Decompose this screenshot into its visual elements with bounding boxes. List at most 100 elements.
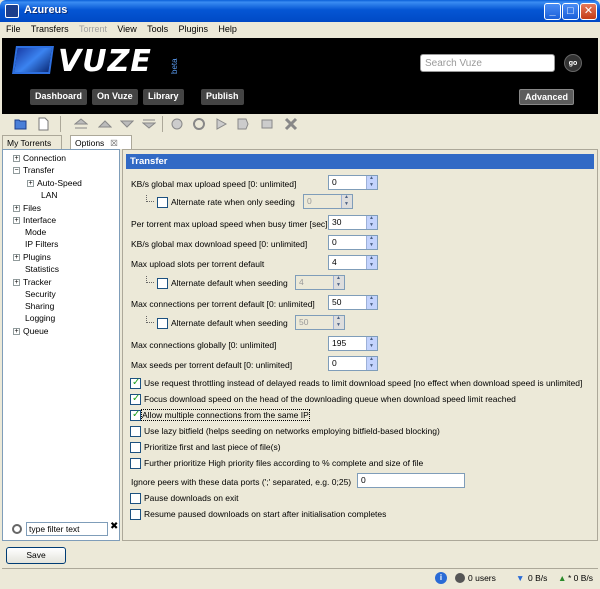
tree-item-ip-filters[interactable]: IP Filters	[25, 239, 58, 249]
prioritize-pieces-checkbox[interactable]	[130, 442, 141, 453]
stop-icon[interactable]	[236, 117, 250, 131]
prioritize-pieces-label: Prioritize first and last piece of file(…	[144, 442, 281, 452]
tab-my-torrents-label: My Torrents	[7, 138, 52, 148]
play-icon[interactable]	[214, 117, 228, 131]
move-bottom-icon[interactable]	[142, 117, 156, 131]
ignore-ports-input[interactable]: 0	[357, 473, 465, 488]
filter-input[interactable]	[26, 522, 108, 536]
resume-paused-checkbox[interactable]	[130, 509, 141, 520]
ignore-ports-label: Ignore peers with these data ports (';' …	[131, 477, 352, 487]
tree-item-transfer[interactable]: − Transfer	[13, 165, 54, 175]
minimize-button[interactable]: _	[544, 3, 561, 20]
tree-item-security[interactable]: Security	[25, 289, 56, 299]
save-button[interactable]: Save	[6, 547, 66, 564]
alt-rate-seeding-checkbox[interactable]	[157, 197, 168, 208]
tree-item-statistics[interactable]: Statistics	[25, 264, 59, 274]
tree-item-plugins[interactable]: + Plugins	[13, 252, 51, 262]
vuze-header: VUZE beta Search Vuze go Dashboard On Vu…	[2, 38, 598, 114]
alt-slots-seeding-label: Alternate default when seeding	[171, 278, 288, 288]
menu-file[interactable]: File	[2, 22, 25, 36]
request-throttling-checkbox[interactable]	[130, 377, 141, 389]
per-torrent-busy-spinner[interactable]: 30	[328, 215, 378, 230]
tree-item-files[interactable]: + Files	[13, 203, 41, 213]
move-down-icon[interactable]	[120, 117, 134, 131]
maximize-button[interactable]: □	[562, 3, 579, 20]
start-icon[interactable]	[192, 117, 206, 131]
focus-download-label: Focus download speed on the head of the …	[144, 394, 516, 404]
upload-slots-label: Max upload slots per torrent default	[131, 259, 265, 269]
open-folder-icon[interactable]	[14, 117, 28, 131]
download-speed-label: KB/s global max download speed [0: unlim…	[131, 239, 308, 249]
tree-filter: ✖	[2, 519, 120, 541]
tab-options-label: Options	[75, 138, 105, 148]
tab-my-torrents[interactable]: My Torrents	[2, 135, 62, 149]
title-bar: Azureus _ □ ✕	[0, 0, 600, 22]
max-conn-torrent-spinner[interactable]: 50	[328, 295, 378, 310]
tree-item-logging[interactable]: Logging	[25, 313, 55, 323]
move-top-icon[interactable]	[74, 117, 88, 131]
tree-item-sharing[interactable]: Sharing	[25, 301, 54, 311]
tree-item-connection[interactable]: + Connection	[13, 153, 66, 163]
menu-help[interactable]: Help	[214, 22, 241, 36]
max-conn-global-label: Max connections globally [0: unlimited]	[131, 340, 277, 350]
max-conn-global-spinner[interactable]: 195	[328, 336, 378, 351]
further-prioritize-label: Further prioritize High priority files a…	[144, 458, 424, 468]
nav-dashboard[interactable]: Dashboard	[30, 89, 88, 105]
alt-slots-seeding-spinner[interactable]: 4	[295, 275, 345, 290]
upload-slots-spinner[interactable]: 4	[328, 255, 378, 270]
menu-transfers[interactable]: Transfers	[27, 22, 73, 36]
move-up-icon[interactable]	[98, 117, 112, 131]
nav-library[interactable]: Library	[143, 89, 184, 105]
menu-view[interactable]: View	[113, 22, 140, 36]
download-speed-spinner[interactable]: 0	[328, 235, 378, 250]
per-torrent-busy-label: Per torrent max upload speed when busy t…	[131, 219, 328, 229]
max-conn-torrent-label: Max connections per torrent default [0: …	[131, 299, 315, 309]
tree-item-queue[interactable]: + Queue	[13, 326, 49, 336]
upload-speed-label: KB/s global max upload speed [0: unlimit…	[131, 179, 297, 189]
tree-item-auto-speed[interactable]: + Auto-Speed	[27, 178, 82, 188]
alt-slots-seeding-checkbox[interactable]	[157, 278, 168, 289]
tree-item-interface[interactable]: + Interface	[13, 215, 56, 225]
download-rate: 0 B/s	[528, 573, 548, 583]
tree-item-mode[interactable]: Mode	[25, 227, 46, 237]
advanced-button[interactable]: Advanced	[519, 89, 575, 105]
toolbar	[2, 114, 598, 134]
close-tab-icon[interactable]: ☒	[110, 138, 118, 148]
alt-conn-seeding-checkbox[interactable]	[157, 318, 168, 329]
beta-tag: beta	[170, 58, 179, 74]
go-button[interactable]: go	[564, 54, 582, 72]
nav-on-vuze[interactable]: On Vuze	[92, 89, 138, 105]
alt-conn-seeding-spinner[interactable]: 50	[295, 315, 345, 330]
max-seeds-label: Max seeds per torrent default [0: unlimi…	[131, 360, 293, 370]
tab-options[interactable]: Options ☒	[70, 135, 132, 149]
alt-rate-seeding-spinner[interactable]: 0	[303, 194, 353, 209]
vuze-logo-icon	[12, 46, 54, 74]
hold-icon[interactable]	[260, 117, 274, 131]
remove-icon[interactable]	[284, 117, 298, 131]
tree-item-lan[interactable]: LAN	[41, 190, 58, 200]
close-button[interactable]: ✕	[580, 3, 597, 20]
vuze-logo: VUZE	[58, 44, 152, 79]
pause-on-exit-checkbox[interactable]	[130, 493, 141, 504]
menu-torrent[interactable]: Torrent	[75, 22, 111, 36]
users-icon	[455, 573, 465, 583]
nav-publish[interactable]: Publish	[201, 89, 244, 105]
tab-row: My Torrents Options ☒	[2, 135, 598, 149]
further-prioritize-checkbox[interactable]	[130, 458, 141, 469]
menu-plugins[interactable]: Plugins	[174, 22, 212, 36]
focus-download-checkbox[interactable]	[130, 393, 141, 405]
menu-tools[interactable]: Tools	[143, 22, 172, 36]
multiple-connections-checkbox[interactable]	[130, 409, 141, 421]
search-input[interactable]: Search Vuze	[420, 54, 555, 72]
upload-speed-spinner[interactable]: 0	[328, 175, 378, 190]
max-seeds-spinner[interactable]: 0	[328, 356, 378, 371]
search-icon	[12, 524, 22, 534]
multiple-connections-label: Allow multiple connections from the same…	[141, 409, 310, 421]
run-icon[interactable]	[170, 117, 184, 131]
new-document-icon[interactable]	[36, 117, 50, 131]
info-icon[interactable]: i	[435, 572, 447, 584]
pause-on-exit-label: Pause downloads on exit	[144, 493, 239, 503]
tree-item-tracker[interactable]: + Tracker	[13, 277, 52, 287]
clear-filter-icon[interactable]: ✖	[110, 521, 118, 532]
lazy-bitfield-checkbox[interactable]	[130, 426, 141, 437]
